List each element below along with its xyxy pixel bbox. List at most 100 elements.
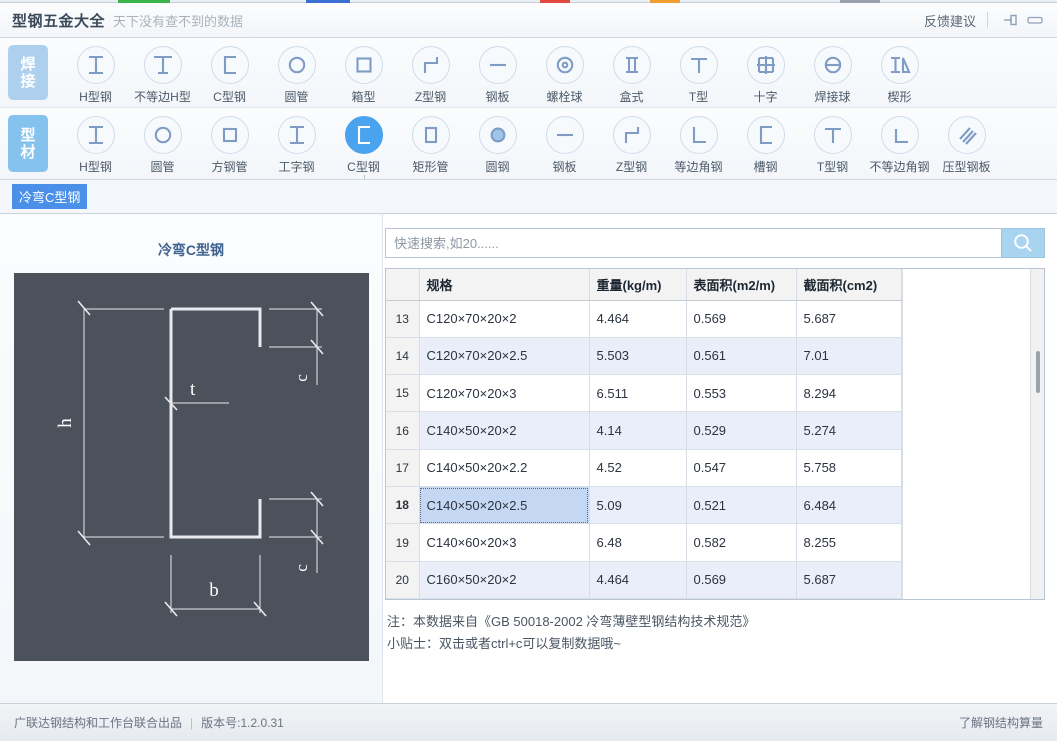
tool-item-H型钢[interactable]: H型钢 (62, 108, 129, 175)
cell-section[interactable]: 5.687 (796, 300, 902, 338)
cell-surface[interactable]: 0.521 (686, 486, 797, 525)
cell-surface[interactable]: 0.561 (686, 337, 797, 376)
row-index: 20 (386, 561, 420, 599)
cell-surface[interactable]: 0.569 (686, 561, 797, 599)
cell-section[interactable]: 8.294 (796, 374, 902, 413)
table-row[interactable]: 16 C140×50×20×2 4.14 0.529 5.274 (386, 411, 902, 450)
cross-section-icon (746, 46, 785, 84)
bolt-ball-icon (545, 46, 584, 84)
c-channel-icon (210, 46, 249, 84)
cell-section[interactable]: 6.484 (796, 486, 902, 525)
cell-spec[interactable]: C120×70×20×2.5 (419, 337, 590, 376)
tool-item-十字[interactable]: 十字 (732, 38, 799, 105)
header-section: 截面积(cm2) (796, 269, 902, 301)
category-tab-profiles[interactable]: 型 材 (8, 115, 48, 172)
table-scrollbar-thumb[interactable] (1036, 351, 1040, 393)
tool-item-label: 箱型 (351, 90, 376, 104)
tool-item-方钢管[interactable]: 方钢管 (196, 108, 263, 175)
minimize-button[interactable] (1023, 9, 1047, 31)
tool-item-钢板[interactable]: 钢板 (464, 38, 531, 105)
cell-section[interactable]: 8.255 (796, 523, 902, 562)
diagram-title: 冷弯C型钢 (157, 242, 225, 258)
tool-item-圆钢[interactable]: 圆钢 (464, 108, 531, 175)
tool-item-C型钢[interactable]: C型钢 (330, 108, 397, 179)
table-scrollbar-track[interactable] (1030, 269, 1044, 599)
tool-item-钢板[interactable]: 钢板 (531, 108, 598, 175)
cell-surface[interactable]: 0.582 (686, 523, 797, 562)
tool-item-盒式[interactable]: 盒式 (598, 38, 665, 105)
cell-spec[interactable]: C140×60×20×3 (419, 523, 590, 562)
tool-item-label: 等边角钢 (674, 160, 723, 174)
cell-weight[interactable]: 6.511 (589, 374, 687, 413)
sub-tab-cold-formed-c[interactable]: 冷弯C型钢 (12, 184, 88, 209)
table-row[interactable]: 17 C140×50×20×2.2 4.52 0.547 5.758 (386, 449, 902, 488)
unequal-angle-icon (880, 116, 919, 154)
tool-item-螺栓球[interactable]: 螺栓球 (531, 38, 598, 105)
search-input[interactable] (385, 228, 1001, 258)
toolbar-items-welding: H型钢 不等边H型 C型钢 圆管 箱型 Z型钢 钢板 螺栓球 盒式 T型 十字 焊接球 楔形 (48, 38, 1057, 107)
feedback-link[interactable]: 反馈建议 (924, 11, 976, 30)
cell-surface[interactable]: 0.547 (686, 449, 797, 488)
cell-weight[interactable]: 4.464 (589, 561, 687, 599)
cell-weight[interactable]: 4.52 (589, 449, 687, 488)
cell-section[interactable]: 5.758 (796, 449, 902, 488)
search-button[interactable] (1001, 228, 1045, 258)
table-row[interactable]: 14 C120×70×20×2.5 5.503 0.561 7.01 (386, 337, 902, 376)
toolbar-items-profiles: H型钢 圆管 方钢管 工字钢 C型钢 矩形管 圆钢 钢板 Z型钢 等边角钢 槽钢 T型钢 不等边角钢 压型… (48, 108, 1057, 179)
tool-item-Z型钢[interactable]: Z型钢 (598, 108, 665, 175)
tool-item-label: T型钢 (816, 160, 849, 174)
tool-item-H型钢[interactable]: H型钢 (62, 38, 129, 105)
tool-item-楔形[interactable]: 楔形 (866, 38, 933, 105)
row-index: 15 (386, 374, 420, 413)
tool-item-矩形管[interactable]: 矩形管 (397, 108, 464, 175)
wedge-section-icon (880, 46, 919, 84)
tool-item-焊接球[interactable]: 焊接球 (799, 38, 866, 105)
tool-item-不等边H型[interactable]: 不等边H型 (129, 38, 196, 105)
cell-surface[interactable]: 0.569 (686, 300, 797, 338)
tool-item-圆管[interactable]: 圆管 (263, 38, 330, 105)
table-row[interactable]: 20 C160×50×20×2 4.464 0.569 5.687 (386, 561, 902, 599)
tool-item-Z型钢[interactable]: Z型钢 (397, 38, 464, 105)
tool-item-圆管[interactable]: 圆管 (129, 108, 196, 175)
tool-item-T型钢[interactable]: T型钢 (799, 108, 866, 175)
cell-weight[interactable]: 6.48 (589, 523, 687, 562)
table-row[interactable]: 19 C140×60×20×3 6.48 0.582 8.255 (386, 523, 902, 562)
cell-surface[interactable]: 0.529 (686, 411, 797, 450)
pin-icon[interactable] (999, 9, 1023, 31)
cell-spec[interactable]: C120×70×20×2 (419, 300, 590, 338)
table-row[interactable]: 15 C120×70×20×3 6.511 0.553 8.294 (386, 374, 902, 413)
cell-weight[interactable]: 5.503 (589, 337, 687, 376)
category-tab-welding[interactable]: 焊 接 (8, 45, 48, 100)
tool-item-压型钢板[interactable]: 压型钢板 (933, 108, 1000, 175)
notes-block: 注：本数据来自《GB 50018-2002 冷弯薄壁型钢结构技术规范》 小贴士：… (387, 611, 1045, 655)
welded-ball-icon (813, 46, 852, 84)
table-row[interactable]: 18 C140×50×20×2.5 5.09 0.521 6.484 (386, 486, 902, 525)
cell-weight[interactable]: 5.09 (589, 486, 687, 525)
tool-item-T型[interactable]: T型 (665, 38, 732, 105)
tool-item-label: 圆管 (150, 160, 175, 174)
note-source: 注：本数据来自《GB 50018-2002 冷弯薄壁型钢结构技术规范》 (387, 614, 756, 629)
cell-spec[interactable]: C140×50×20×2.5 (419, 486, 590, 525)
cell-spec[interactable]: C140×50×20×2.2 (419, 449, 590, 488)
tool-item-不等边角钢[interactable]: 不等边角钢 (866, 108, 933, 175)
tool-item-等边角钢[interactable]: 等边角钢 (665, 108, 732, 175)
table-row[interactable]: 13 C120×70×20×2 4.464 0.569 5.687 (386, 300, 902, 338)
cell-section[interactable]: 7.01 (796, 337, 902, 376)
cell-section[interactable]: 5.687 (796, 561, 902, 599)
cell-weight[interactable]: 4.464 (589, 300, 687, 338)
cell-surface[interactable]: 0.553 (686, 374, 797, 413)
round-pipe-icon (143, 116, 182, 154)
profiled-plate-icon (947, 116, 986, 154)
tool-item-label: 矩形管 (412, 160, 449, 174)
cell-spec[interactable]: C160×50×20×2 (419, 561, 590, 599)
cell-section[interactable]: 5.274 (796, 411, 902, 450)
tool-item-箱型[interactable]: 箱型 (330, 38, 397, 105)
toolbar-row-welding: 焊 接 H型钢 不等边H型 C型钢 圆管 箱型 Z型钢 钢板 螺栓球 盒式 T型 十字 焊接球 楔形 (0, 38, 1057, 108)
status-learn-link[interactable]: 了解钢结构算量 (959, 714, 1043, 731)
cell-spec[interactable]: C140×50×20×2 (419, 411, 590, 450)
tool-item-C型钢[interactable]: C型钢 (196, 38, 263, 105)
cell-spec[interactable]: C120×70×20×3 (419, 374, 590, 413)
tool-item-工字钢[interactable]: 工字钢 (263, 108, 330, 175)
tool-item-槽钢[interactable]: 槽钢 (732, 108, 799, 175)
cell-weight[interactable]: 4.14 (589, 411, 687, 450)
